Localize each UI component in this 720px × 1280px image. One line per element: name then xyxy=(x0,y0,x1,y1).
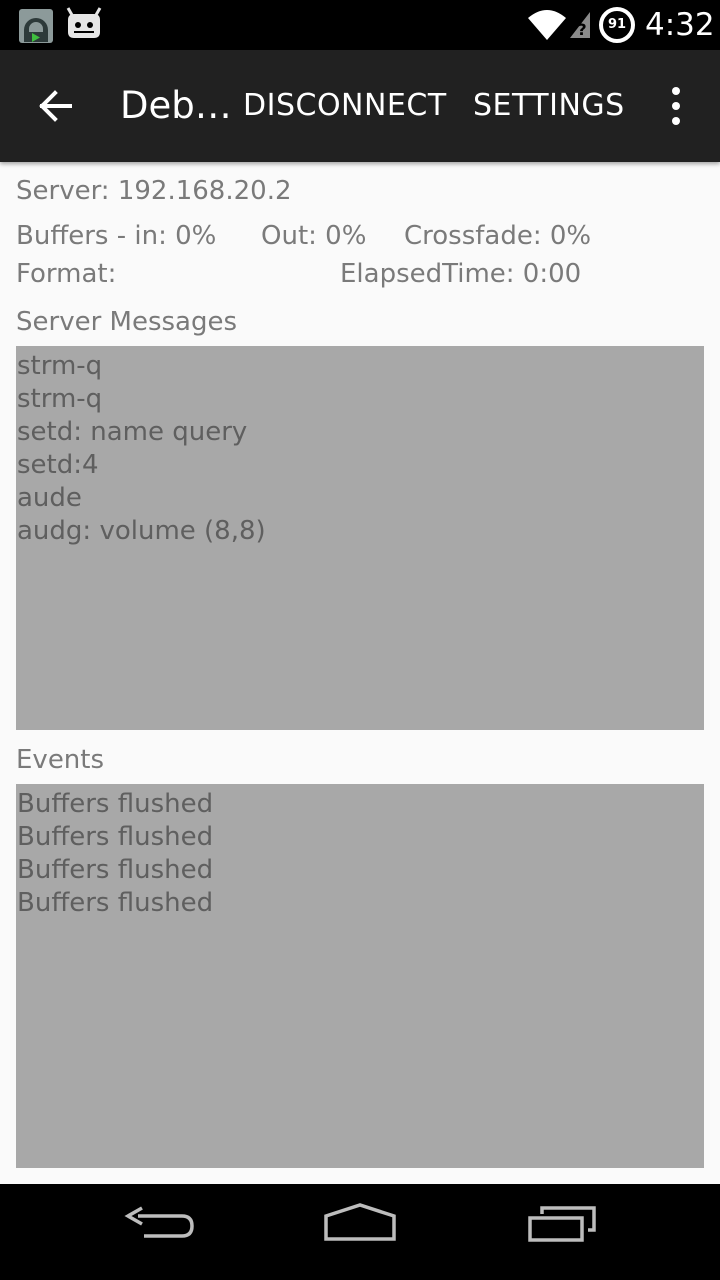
log-line: Buffers flushed xyxy=(17,888,214,918)
buffers-in: Buffers - in: 0% xyxy=(16,221,217,251)
nav-recents-icon[interactable] xyxy=(526,1200,598,1244)
log-line: Buffers flushed xyxy=(17,789,214,819)
server-address: Server: 192.168.20.2 xyxy=(16,176,292,206)
log-line: strm-q xyxy=(17,351,103,381)
clock: 4:32 xyxy=(645,7,715,43)
events-label: Events xyxy=(16,745,105,775)
log-line: strm-q xyxy=(17,384,103,414)
settings-button[interactable]: SETTINGS xyxy=(473,80,625,132)
nav-back-icon[interactable] xyxy=(122,1202,196,1244)
server-messages-log[interactable]: strm-q strm-q setd: name query setd:4 au… xyxy=(16,346,704,730)
battery-level: 91 xyxy=(607,17,627,32)
nav-home-icon[interactable] xyxy=(322,1202,398,1242)
format: Format: xyxy=(16,259,117,289)
no-sim-signal-icon: ? xyxy=(570,12,590,39)
page-title: Deb… xyxy=(120,84,230,127)
debug-screen: ? 91 4:32 Deb… DISCONNECT SETTINGS Serve… xyxy=(0,0,720,1280)
crossfade: Crossfade: 0% xyxy=(404,221,592,251)
log-line: Buffers flushed xyxy=(17,822,214,852)
log-line: setd: name query xyxy=(17,417,248,447)
navigation-bar xyxy=(0,1184,720,1280)
disconnect-button[interactable]: DISCONNECT xyxy=(243,80,447,132)
debug-content: Server: 192.168.20.2 Buffers - in: 0% Ou… xyxy=(0,162,720,1182)
more-vert-icon[interactable] xyxy=(658,80,694,132)
log-line: aude xyxy=(17,483,82,513)
log-line: setd:4 xyxy=(17,450,99,480)
cyanogenmod-icon xyxy=(66,7,102,38)
elapsed-time: ElapsedTime: 0:00 xyxy=(340,259,582,289)
buffers-out: Out: 0% xyxy=(261,221,367,251)
action-bar: Deb… DISCONNECT SETTINGS xyxy=(0,50,720,162)
arrow-back-icon[interactable] xyxy=(30,80,82,132)
events-log[interactable]: Buffers flushed Buffers flushed Buffers … xyxy=(16,784,704,1168)
log-line: Buffers flushed xyxy=(17,855,214,885)
svg-text:?: ? xyxy=(577,20,586,39)
status-bar: ? 91 4:32 xyxy=(0,0,720,50)
server-messages-label: Server Messages xyxy=(16,307,238,337)
log-line: audg: volume (8,8) xyxy=(17,516,266,546)
app-notification-icon xyxy=(19,9,53,43)
wifi-icon xyxy=(528,10,566,40)
